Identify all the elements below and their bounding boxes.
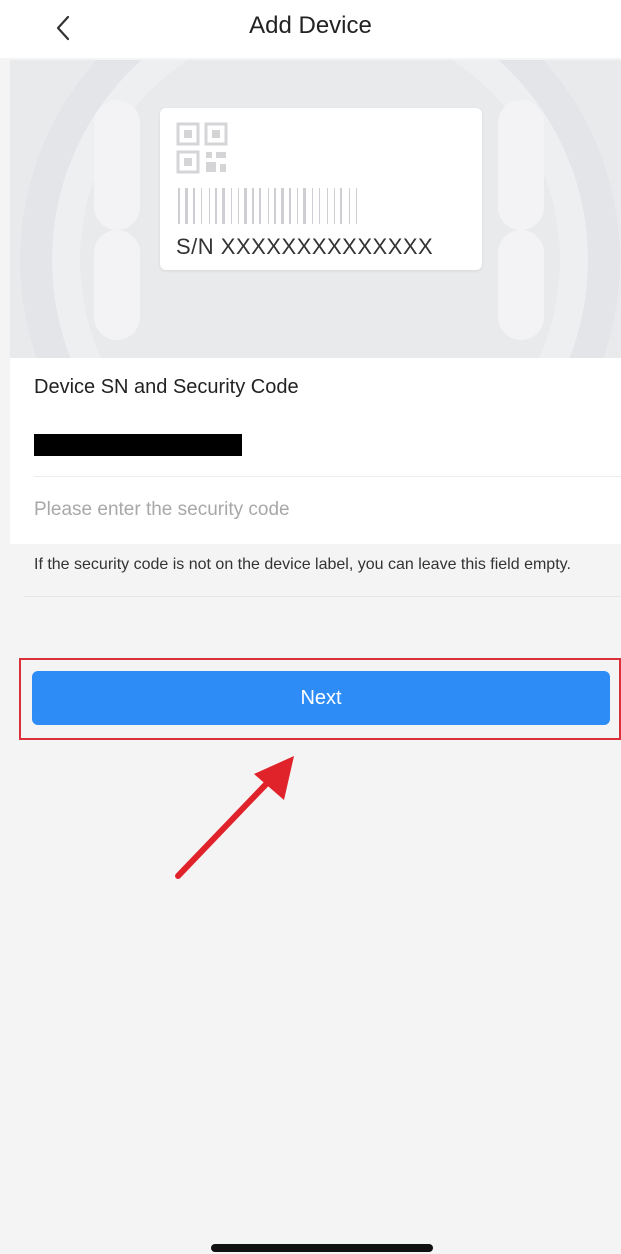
home-indicator bbox=[211, 1244, 433, 1252]
annotation-arrow bbox=[175, 756, 294, 879]
security-code-hint: If the security code is not on the devic… bbox=[34, 556, 571, 573]
section-title: Device SN and Security Code bbox=[34, 376, 299, 398]
next-button[interactable]: Next bbox=[32, 671, 610, 725]
barcode-icon bbox=[178, 188, 357, 224]
hint-divider bbox=[24, 596, 621, 597]
field-divider bbox=[34, 476, 621, 477]
device-label-card: S/N XXXXXXXXXXXXXX bbox=[160, 108, 482, 270]
device-sn-value-redacted bbox=[34, 434, 242, 456]
device-info-form: Device SN and Security Code bbox=[10, 358, 621, 544]
serial-number-text: S/N XXXXXXXXXXXXXX bbox=[176, 234, 434, 259]
page-title: Add Device bbox=[249, 12, 372, 39]
header-bar: Add Device bbox=[0, 0, 621, 58]
security-code-input[interactable] bbox=[34, 492, 594, 528]
qr-code-icon bbox=[176, 122, 228, 174]
